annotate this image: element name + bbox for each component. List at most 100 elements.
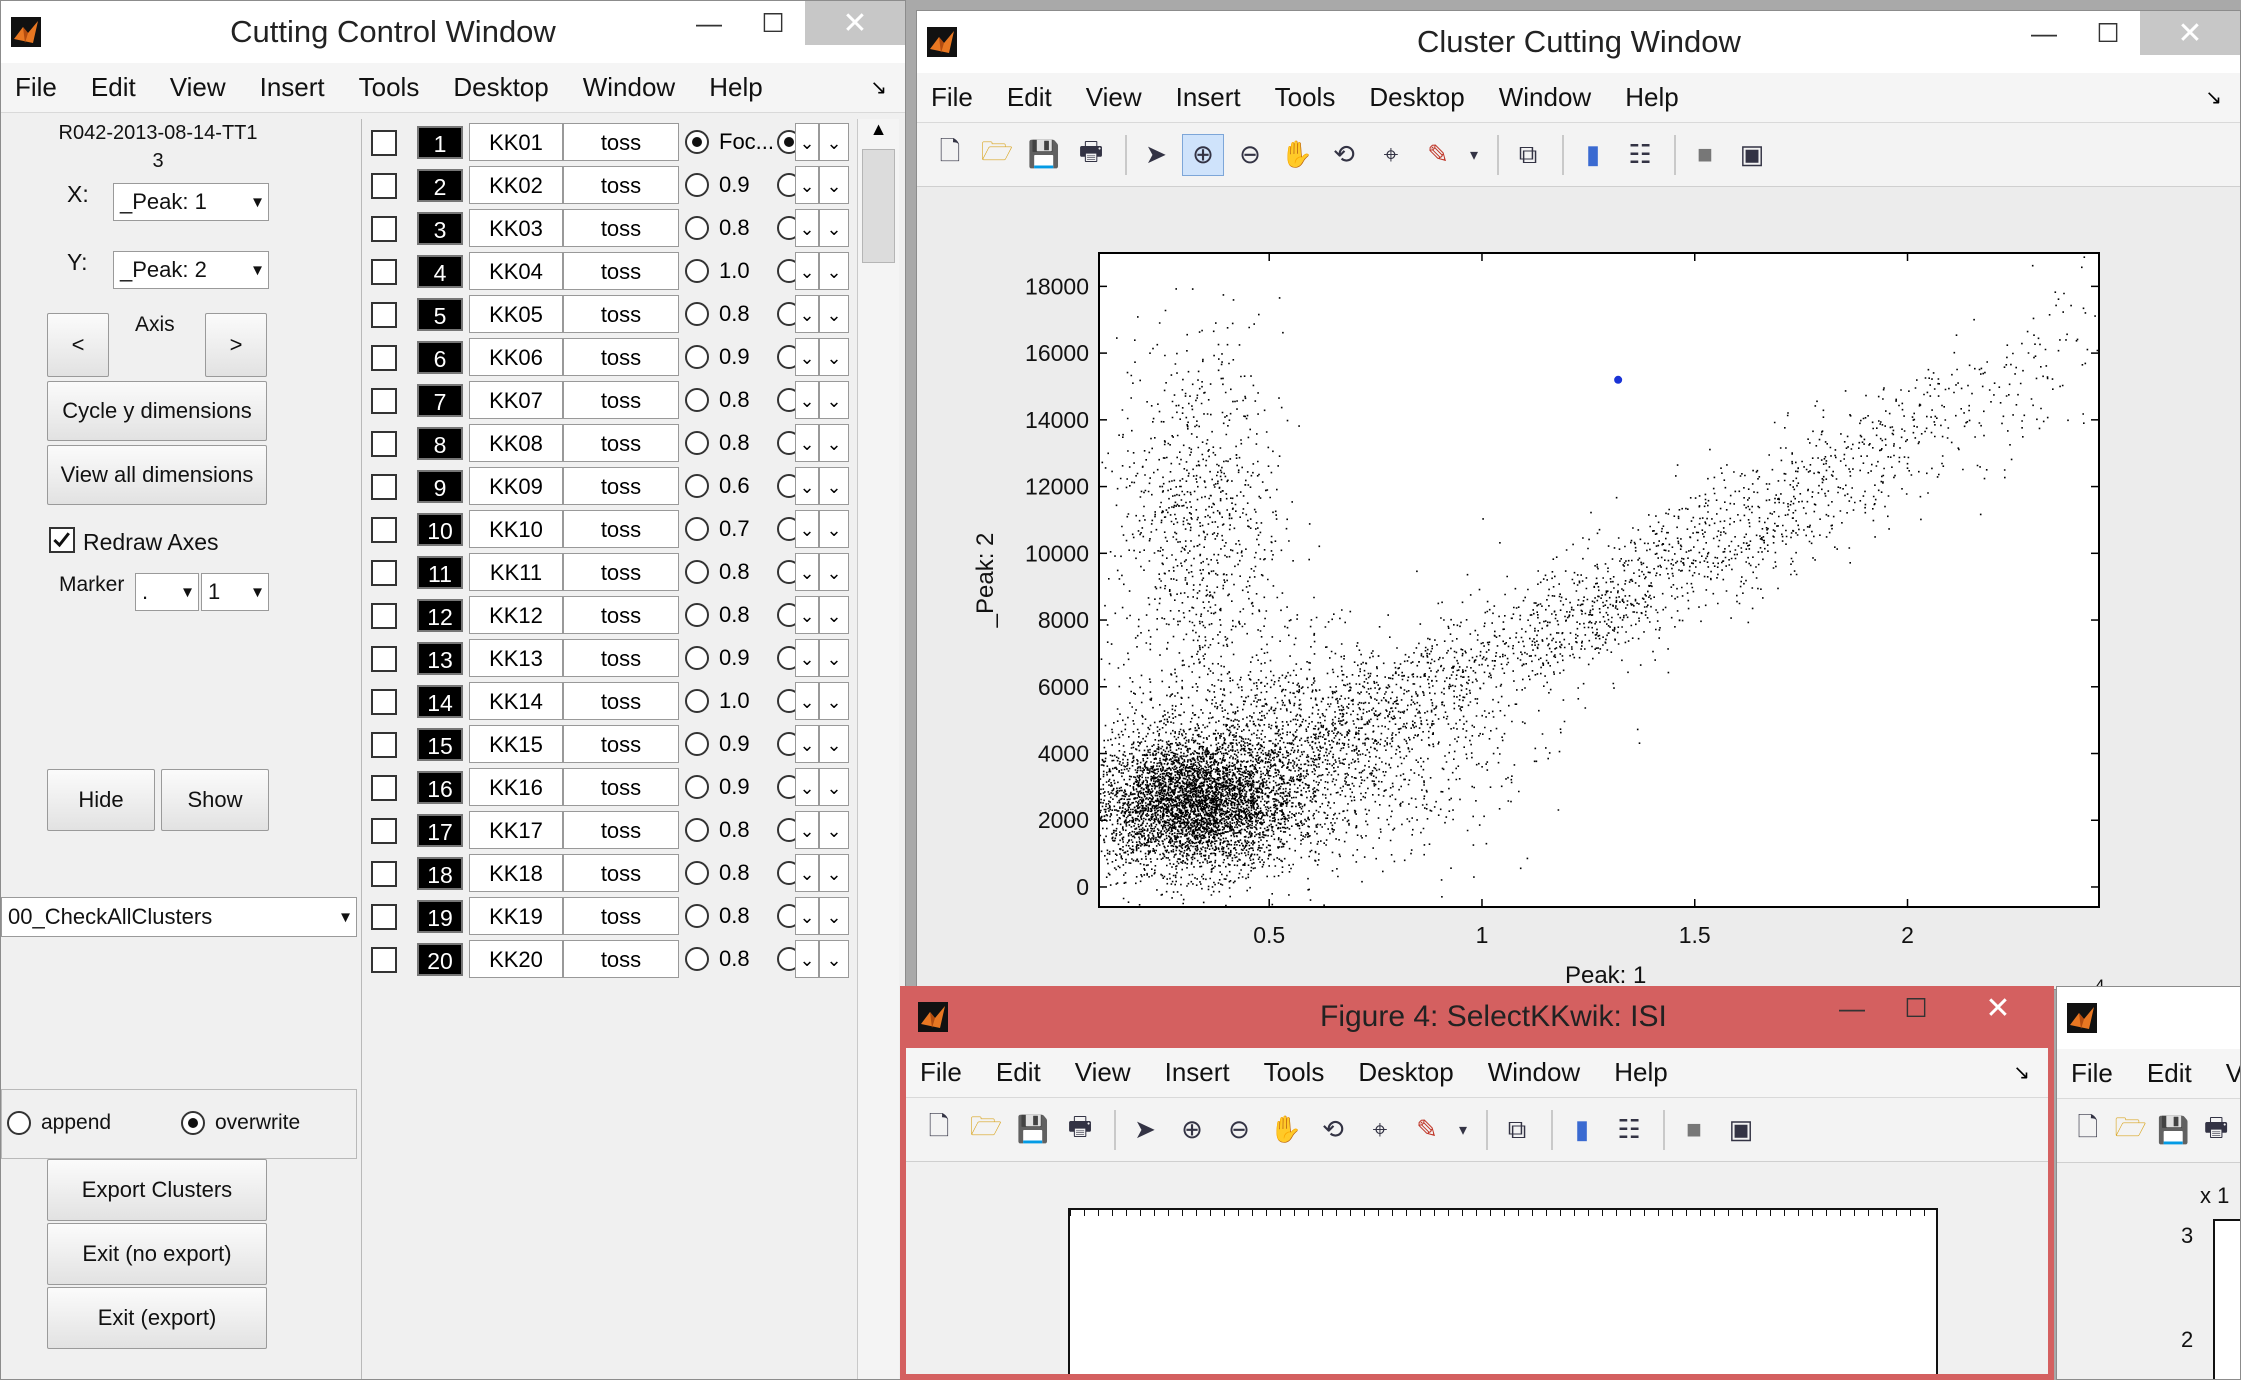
zoom-in-icon[interactable]: ⊕ [1171,1109,1213,1151]
chevron-down-icon[interactable]: ⌄ [819,295,849,333]
zoom-out-icon[interactable]: ⊖ [1229,134,1271,176]
cluster-action-button[interactable]: toss [563,123,679,161]
chevron-down-icon[interactable]: ⌄ [819,639,849,677]
minimize-button[interactable]: — [677,1,741,45]
chevron-down-icon[interactable]: ⌄ [819,424,849,462]
legend-icon[interactable]: ☷ [1619,134,1661,176]
cluster-action-button[interactable]: toss [563,166,679,204]
cluster-focus-radio[interactable] [685,431,709,455]
axis-next-button[interactable]: > [205,313,267,377]
cluster-action-button[interactable]: toss [563,467,679,505]
cluster-focus-radio[interactable] [685,474,709,498]
chevron-down-icon[interactable]: ⌄ [819,854,849,892]
new-file-icon[interactable]: 🗋 [2069,1110,2107,1152]
menu-view[interactable]: Vi [2226,1058,2240,1089]
cluster-action-button[interactable]: toss [563,811,679,849]
cluster-name-button[interactable]: KK05 [469,295,563,333]
open-folder-icon[interactable]: 🗁 [965,1109,1007,1151]
cluster-name-button[interactable]: KK11 [469,553,563,591]
chevron-down-icon[interactable]: ⌄ [819,682,849,720]
cluster-action-button[interactable]: toss [563,338,679,376]
cluster-action-button[interactable]: toss [563,553,679,591]
chevron-down-icon[interactable]: ⌄ [795,854,819,892]
cluster-focus-radio[interactable] [685,689,709,713]
plot-axes-box[interactable] [1098,252,2100,908]
cluster-name-button[interactable]: KK10 [469,510,563,548]
new-file-icon[interactable]: 🗋 [918,1109,960,1151]
y-dimension-select[interactable]: _Peak: 2 ▾ [113,251,269,289]
cluster-select-checkbox[interactable] [371,130,397,156]
menu-view[interactable]: View [170,72,226,103]
cluster-select-checkbox[interactable] [371,646,397,672]
cluster-name-button[interactable]: KK08 [469,424,563,462]
cluster-name-button[interactable]: KK20 [469,940,563,978]
menu-tools[interactable]: Tools [359,72,420,103]
cluster-select-checkbox[interactable] [371,173,397,199]
chevron-down-icon[interactable]: ⌄ [795,596,819,634]
chevron-down-icon[interactable]: ⌄ [795,338,819,376]
cluster-action-button[interactable]: toss [563,639,679,677]
export-clusters-button[interactable]: Export Clusters [47,1159,267,1221]
cluster-select-checkbox[interactable] [371,818,397,844]
colorbar-icon[interactable]: ▮ [1572,134,1614,176]
menu-edit[interactable]: Edit [1007,82,1052,113]
chevron-down-icon[interactable]: ⌄ [795,252,819,290]
cluster-focus-radio[interactable] [685,216,709,240]
cluster-action-button[interactable]: toss [563,209,679,247]
menu-edit[interactable]: Edit [91,72,136,103]
cluster-action-button[interactable]: toss [563,725,679,763]
dock-arrow-icon[interactable]: ↘ [2013,1060,2030,1085]
minimize-button[interactable]: — [2012,11,2076,55]
maximize-button[interactable]: ☐ [741,1,805,45]
cluster-name-button[interactable]: KK16 [469,768,563,806]
marker-type-select[interactable]: . ▾ [135,573,199,611]
link-plot-icon[interactable]: ⧉ [1507,134,1549,176]
show-plot-tools-icon[interactable]: ▣ [1731,134,1773,176]
cluster-action-button[interactable]: toss [563,596,679,634]
maximize-button[interactable]: ☐ [1884,986,1948,1030]
chevron-down-icon[interactable]: ⌄ [795,725,819,763]
print-icon[interactable]: 🖶 [2197,1110,2235,1152]
cluster-name-button[interactable]: KK02 [469,166,563,204]
menu-help[interactable]: Help [1614,1057,1667,1088]
brush-icon[interactable]: ✎ [1406,1109,1448,1151]
cluster-action-button[interactable]: toss [563,768,679,806]
menu-file[interactable]: File [15,72,57,103]
chevron-down-icon[interactable]: ⌄ [819,510,849,548]
chevron-down-icon[interactable]: ⌄ [795,123,819,161]
chevron-down-icon[interactable]: ⌄ [819,338,849,376]
cluster-action-button[interactable]: toss [563,854,679,892]
chevron-down-icon[interactable]: ⌄ [819,123,849,161]
cluster-select-checkbox[interactable] [371,947,397,973]
print-icon[interactable]: 🖶 [1059,1109,1101,1151]
menu-window[interactable]: Window [583,72,675,103]
menu-edit[interactable]: Edit [996,1057,1041,1088]
cluster-name-button[interactable]: KK09 [469,467,563,505]
chevron-down-icon[interactable]: ⌄ [795,940,819,978]
exit-no-export-button[interactable]: Exit (no export) [47,1223,267,1285]
hide-plot-tools-icon[interactable]: ■ [1684,134,1726,176]
cluster-focus-radio[interactable] [685,947,709,971]
chevron-down-icon[interactable]: ⌄ [819,553,849,591]
cluster-focus-radio[interactable] [685,259,709,283]
cluster-action-button[interactable]: toss [563,940,679,978]
chevron-down-icon[interactable]: ⌄ [795,682,819,720]
menu-edit[interactable]: Edit [2147,1058,2192,1089]
cluster-focus-radio[interactable] [685,560,709,584]
chevron-down-icon[interactable]: ⌄ [795,424,819,462]
cluster-select-checkbox[interactable] [371,302,397,328]
cluster-select-checkbox[interactable] [371,345,397,371]
chevron-down-icon[interactable]: ⌄ [819,467,849,505]
cycle-y-button[interactable]: Cycle y dimensions [47,381,267,441]
hide-button[interactable]: Hide [47,769,155,831]
cluster-select-checkbox[interactable] [371,732,397,758]
pan-hand-icon[interactable]: ✋ [1276,134,1318,176]
dock-arrow-icon[interactable]: ↘ [2205,85,2222,110]
cluster-name-button[interactable]: KK15 [469,725,563,763]
cluster-name-button[interactable]: KK01 [469,123,563,161]
cluster-action-button[interactable]: toss [563,252,679,290]
zoom-in-icon[interactable]: ⊕ [1182,133,1224,176]
cluster-focus-radio[interactable] [685,732,709,756]
cluster-select-checkbox[interactable] [371,904,397,930]
chevron-down-icon[interactable]: ⌄ [819,897,849,935]
